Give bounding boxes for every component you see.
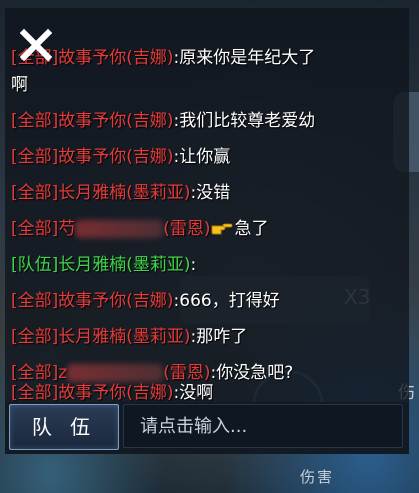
chat-message: [全部]故事予你(吉娜):让你赢 [11, 145, 406, 169]
channel-tag: [全部] [11, 363, 59, 383]
chat-input[interactable]: 请点击输入... [123, 404, 403, 448]
speaker-name-suffix: (雷恩) [163, 219, 211, 239]
speaker-name: 故事予你(吉娜) [58, 111, 174, 131]
message-text: : [190, 255, 197, 275]
speaker-prefix: 芍 [58, 219, 76, 239]
channel-tag: [队伍] [11, 255, 59, 275]
message-text: :我们比较尊老爱幼 [173, 111, 316, 131]
redacted-name [75, 220, 164, 238]
message-text: :666，打得好 [173, 291, 280, 311]
message-text: :原来你是年纪大了 [173, 48, 316, 68]
channel-tag: [全部] [11, 183, 59, 203]
redacted-name [67, 364, 164, 382]
team-channel-button[interactable]: 队 伍 [9, 404, 119, 450]
chat-input-bar: 队 伍 请点击输入... [5, 402, 409, 454]
speaker-name: 长月雅楠(墨莉亚) [58, 183, 191, 203]
close-button[interactable] [19, 28, 53, 62]
speaker-name: 长月雅楠(墨莉亚) [58, 255, 191, 275]
speaker-name: 故事予你(吉娜) [58, 147, 174, 167]
chat-message: [全部]芍 (雷恩) 急了 [11, 217, 406, 241]
channel-tag: [全部] [11, 327, 59, 347]
chat-message: [全部]故事予你(吉娜):原来你是年纪大了 [11, 46, 406, 70]
chat-message: [全部]长月雅楠(墨莉亚):那咋了 [11, 325, 406, 349]
speaker-name-suffix: (雷恩) [163, 363, 211, 383]
message-text: :没啊 [173, 383, 214, 403]
message-text: :让你赢 [173, 147, 231, 167]
chat-message: [全部]长月雅楠(墨莉亚):没错 [11, 181, 406, 205]
speaker-name: 长月雅楠(墨莉亚) [58, 327, 191, 347]
chat-message-continuation: 啊 [11, 73, 406, 97]
channel-tag: [全部] [11, 147, 59, 167]
message-text: :你没急吧? [210, 363, 294, 383]
channel-tag: [全部] [11, 111, 59, 131]
channel-tag: [全部] [11, 219, 59, 239]
close-icon [19, 28, 53, 62]
speaker-prefix: z [58, 363, 68, 383]
channel-tag: [全部] [11, 291, 59, 311]
channel-tag: [全部] [11, 383, 59, 403]
message-text: 急了 [234, 219, 269, 239]
speaker-name: 故事予你(吉娜) [58, 383, 174, 403]
chat-message: [全部]故事予你(吉娜):666，打得好 [11, 289, 406, 313]
chat-message: [全部]故事予你(吉娜):我们比较尊老爱幼 [11, 109, 406, 133]
chat-message: [队伍]长月雅楠(墨莉亚): [11, 253, 406, 277]
pointing-hand-icon [211, 219, 233, 235]
background-damage-label: 伤害 [300, 468, 335, 486]
message-text: 啊 [11, 75, 28, 95]
message-text: :那咋了 [190, 327, 248, 347]
chat-panel: [全部]故事予你(吉娜):原来你是年纪大了 啊 [全部]故事予你(吉娜):我们比… [5, 8, 409, 454]
speaker-name: 故事予你(吉娜) [58, 48, 174, 68]
message-text: :没错 [190, 183, 231, 203]
speaker-name: 故事予你(吉娜) [58, 291, 174, 311]
